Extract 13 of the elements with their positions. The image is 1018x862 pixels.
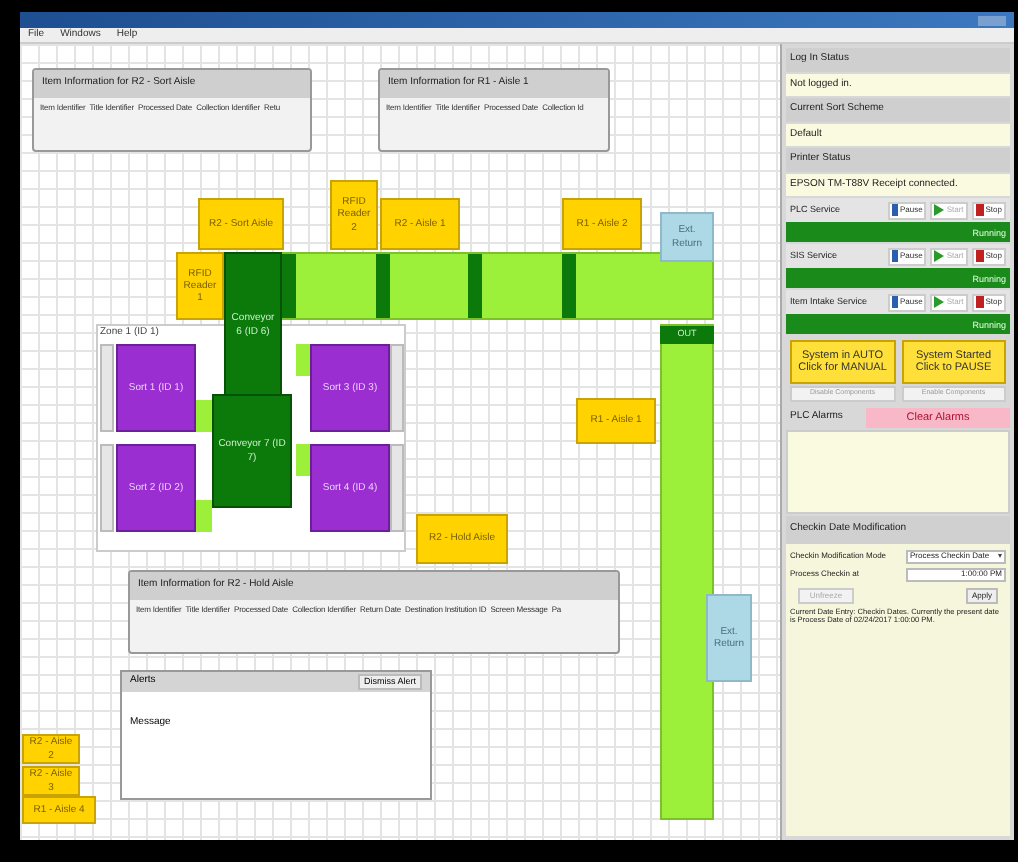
pause-icon bbox=[891, 204, 898, 216]
conveyor-section-marker bbox=[562, 254, 576, 318]
conveyor-stub bbox=[196, 400, 212, 432]
stop-icon bbox=[975, 204, 984, 216]
conveyor-section-marker bbox=[468, 254, 482, 318]
stop-icon bbox=[975, 296, 984, 308]
conveyor-section-marker bbox=[376, 254, 390, 318]
stop-icon bbox=[975, 250, 984, 262]
conveyor-stub bbox=[196, 500, 212, 532]
caret-icon bbox=[998, 554, 1002, 558]
pause-icon bbox=[891, 250, 898, 262]
conveyor-section-marker bbox=[282, 254, 296, 318]
pause-icon bbox=[891, 296, 898, 308]
